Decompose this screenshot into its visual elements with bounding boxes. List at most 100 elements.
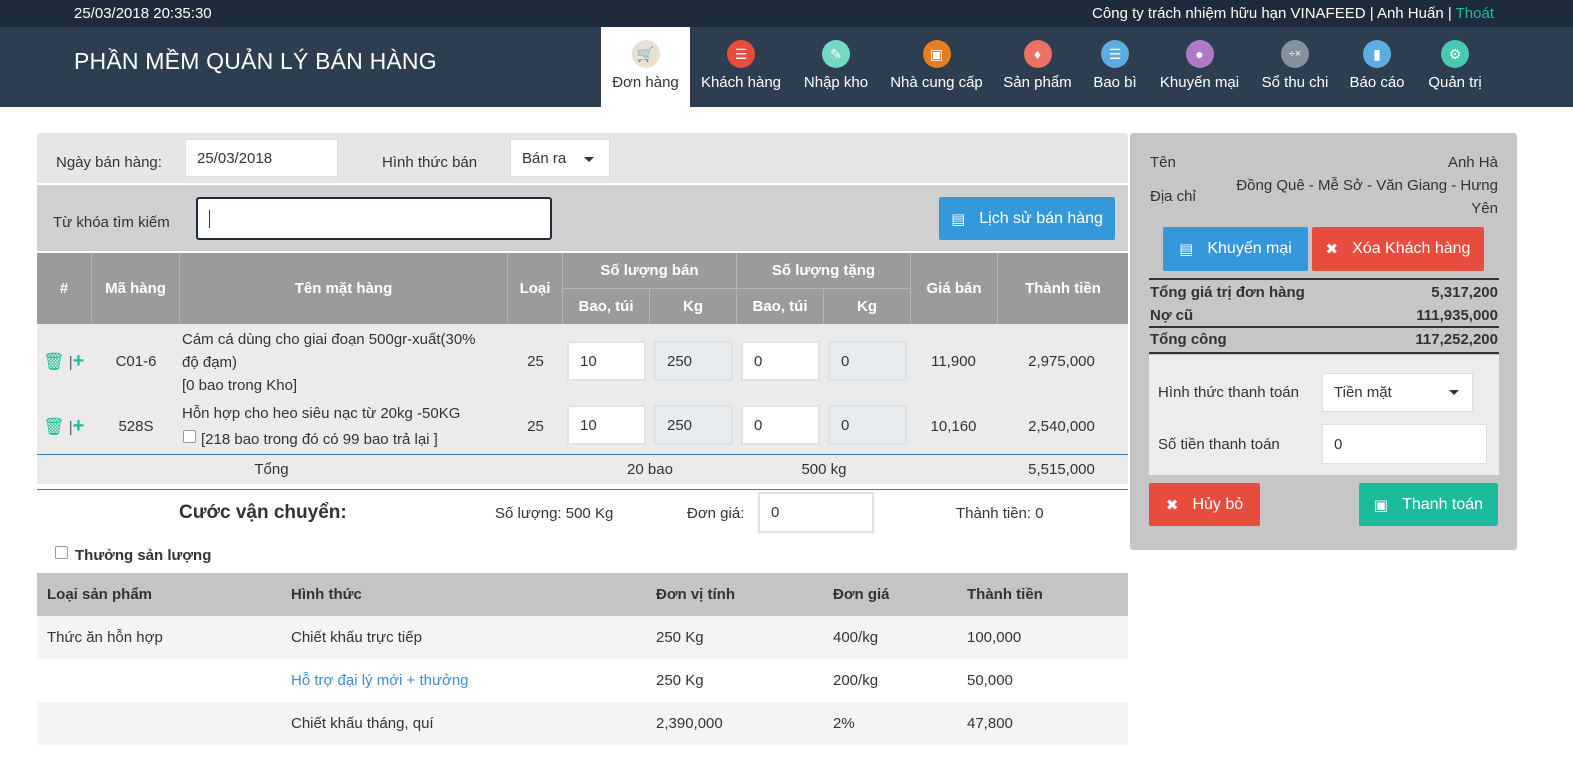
nav-item-packaging[interactable]: ☰ Bao bì [1082,27,1148,107]
product-type: 25 [527,353,544,370]
customer-address-cont: Yên [1471,200,1498,217]
bonus-amount: 47,800 [967,715,1013,732]
divider [1149,352,1499,354]
payment-amount-input[interactable]: 0 [1322,424,1487,464]
promotion-label: Khuyến mại [1207,240,1292,257]
nav-item-suppliers[interactable]: ▣ Nhà cung cấp [880,27,993,107]
customer-name-label: Tên [1150,154,1176,171]
gift-bag-input[interactable]: 0 [741,341,820,381]
bonus-checkbox[interactable] [55,546,68,559]
datetime: 25/03/2018 20:35:30 [74,5,212,22]
nav-item-reports[interactable]: ▮ Báo cáo [1339,27,1415,107]
nav-label: Sản phẩm [1003,74,1072,91]
sale-date-input[interactable]: 25/03/2018 [185,139,338,177]
logout-link[interactable]: Thoát [1456,5,1494,22]
list-icon: ▤ [951,210,966,228]
bonus-unit-price: 400/kg [833,629,879,646]
col-header-price: Giá bán [911,253,998,324]
col-header-name: Tên mặt hàng [180,253,508,324]
contacts-icon: ☰ [727,40,755,68]
shipping-unit-price-label: Đơn giá: [687,505,745,522]
cancel-button[interactable]: ✖ Hủy bỏ [1149,483,1260,526]
gift-bag-input[interactable]: 0 [741,405,820,445]
old-debt-value: 111,935,000 [1416,307,1498,324]
total-kg: 500 kg [801,461,847,478]
sale-date-value: 25/03/2018 [197,149,273,167]
payment-amount-label: Số tiền thanh toán [1158,436,1280,453]
product-name: Cám cá dùng cho giai đoạn 500gr-xuất(30% [182,331,476,348]
nav-label: Khách hàng [700,74,782,91]
briefcase-icon: ▣ [922,40,951,68]
nav-item-cashbook[interactable]: ÷× Sổ thu chi [1251,27,1339,107]
nav-label: Đơn hàng [612,74,679,91]
payment-method-value: Tiền mặt [1334,384,1392,401]
nav-item-stock-in[interactable]: ✎ Nhập kho [792,27,880,107]
user-info: Công ty trách nhiệm hữu hạn VINAFEED | A… [1092,5,1494,22]
payment-method-select[interactable]: Tiền mặt [1322,373,1473,412]
sale-type-value: Bán ra [522,149,567,167]
basket-icon: 🛒 [631,40,660,68]
top-bar: 25/03/2018 20:35:30 Công ty trách nhiệm … [0,0,1573,27]
coins-icon: ● [1185,40,1214,68]
plus-icon[interactable]: + [73,415,85,437]
payment-amount-value: 0 [1334,435,1343,453]
plus-icon[interactable]: + [73,350,85,372]
line-amount: 2,975,000 [1028,353,1095,370]
ticket-icon: ▤ [1179,241,1194,258]
sales-history-label: Lịch sử bán hàng [979,209,1103,227]
payment-method-label: Hình thức thanh toán [1158,384,1299,401]
bonus-method-link[interactable]: Hỗ trợ đại lý mới + thưởng [291,672,469,689]
sale-kg-field: 250 [654,341,733,381]
nav-item-orders[interactable]: 🛒 Đơn hàng [601,27,690,107]
old-debt-label: Nợ cũ [1150,307,1194,324]
sale-kg-value: 250 [667,416,693,434]
search-input[interactable] [196,197,552,240]
sale-kg-field: 250 [654,405,733,445]
tag-icon: ♦ [1023,40,1052,68]
chevron-down-icon [584,157,594,162]
gift-kg-field: 0 [828,405,907,445]
gift-bag-value: 0 [754,416,763,434]
col-header-gift-kg: Kg [824,289,911,324]
nav-label: Nhà cung cấp [890,74,983,91]
table-row: Chiết khấu tháng, quí 2,390,000 2% 47,80… [37,702,1128,745]
shipping-unit-price-input[interactable]: 0 [758,492,874,533]
customer-address: Đồng Quê - Mễ Sở - Văn Giang - Hưng [1236,177,1498,194]
bonus-unit: 250 Kg [656,672,704,689]
shipping-quantity: Số lượng: 500 Kg [495,505,614,522]
trash-icon[interactable]: 🗑 [43,352,65,371]
sale-kg-value: 250 [667,352,693,370]
pay-button[interactable]: ▣ Thanh toán [1359,483,1498,526]
bonus-col-amount: Thành tiền [967,586,1043,603]
chart-icon: ▮ [1363,40,1391,68]
sale-type-select[interactable]: Bán ra [510,139,610,177]
company-user-text: Công ty trách nhiệm hữu hạn VINAFEED | A… [1092,5,1452,22]
close-icon: ✖ [1325,241,1339,258]
product-code: 528S [118,418,154,435]
delete-customer-label: Xóa Khách hàng [1352,240,1471,257]
nav-label: Sổ thu chi [1261,74,1329,91]
nav-item-customers[interactable]: ☰ Khách hàng [690,27,792,107]
table-row: Hỗ trợ đại lý mới + thưởng 250 Kg 200/kg… [37,659,1128,702]
col-header-qty-gift: Số lượng tặng [737,253,911,289]
nav-item-admin[interactable]: ⚙ Quản trị [1415,27,1495,107]
col-header-sale-kg: Kg [650,289,737,324]
return-checkbox[interactable] [183,430,196,443]
nav-item-promotions[interactable]: ● Khuyến mại [1148,27,1251,107]
promotion-button[interactable]: ▤ Khuyến mại [1163,227,1308,271]
unit-price: 10,160 [930,418,977,435]
divider [1149,326,1499,328]
cancel-label: Hủy bỏ [1192,495,1244,513]
total-amount: 5,515,000 [1028,461,1095,478]
sales-history-button[interactable]: ▤ Lịch sử bán hàng [939,197,1115,240]
bonus-label: Thưởng sản lượng [75,547,212,564]
col-header-index: # [37,253,92,324]
sale-bag-input[interactable]: 10 [567,405,646,445]
sale-bag-input[interactable]: 10 [567,341,646,381]
trash-icon[interactable]: 🗑 [43,417,65,436]
bonus-unit: 2,390,000 [656,715,723,732]
bonus-method: Chiết khấu tháng, quí [291,715,434,732]
product-type: 25 [527,418,544,435]
nav-item-products[interactable]: ♦ Sản phẩm [993,27,1082,107]
delete-customer-button[interactable]: ✖ Xóa Khách hàng [1312,227,1484,271]
